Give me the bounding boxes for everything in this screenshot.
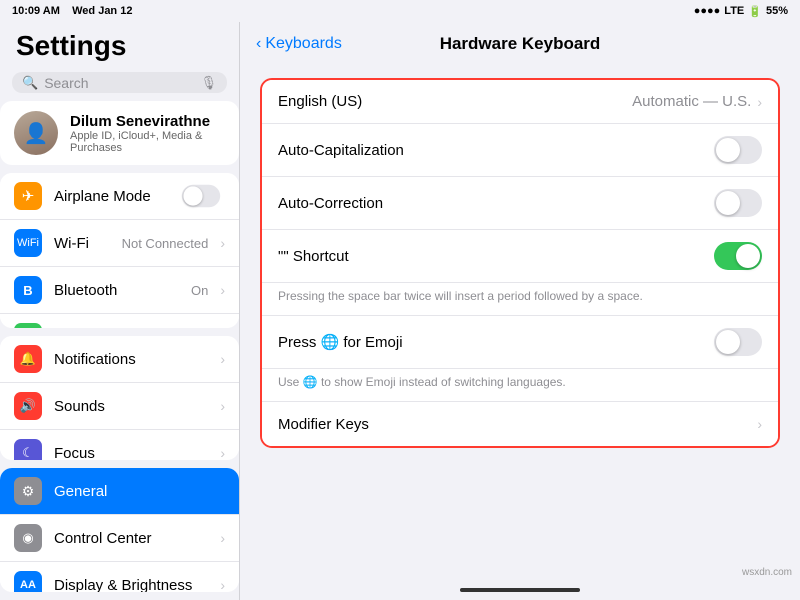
wifi-icon: WiFi — [14, 229, 42, 257]
settings-card: English (US) Automatic — U.S. › Auto-Cap… — [260, 78, 780, 448]
search-icon: 🔍 — [22, 75, 38, 91]
bluetooth-icon: B — [14, 276, 42, 304]
sidebar-section-3: ⚙ General ◉ Control Center › AA Display … — [0, 468, 239, 592]
row-modifier[interactable]: Modifier Keys › — [262, 402, 778, 446]
sidebar-section-2: 🔔 Notifications › 🔊 Sounds › ☾ Focus › ⌚… — [0, 336, 239, 460]
nav-bar: ‹ Keyboards Hardware Keyboard — [240, 22, 800, 66]
sidebar-item-wifi[interactable]: WiFi Wi-Fi Not Connected › — [0, 220, 239, 267]
home-indicator — [460, 588, 580, 592]
english-us-value: Automatic — U.S. — [632, 93, 751, 110]
shortcut-toggle[interactable] — [714, 242, 762, 270]
bottom-bar — [240, 580, 800, 600]
airplane-mode-label: Airplane Mode — [54, 188, 165, 205]
display-icon: AA — [14, 571, 42, 592]
row-shortcut[interactable]: "" Shortcut — [262, 230, 778, 283]
content-area: ‹ Keyboards Hardware Keyboard English (U… — [240, 22, 800, 600]
emoji-hint-row: Use 🌐 to show Emoji instead of switching… — [262, 369, 778, 402]
user-subtitle: Apple ID, iCloud+, Media & Purchases — [70, 130, 225, 154]
content-scroll[interactable]: English (US) Automatic — U.S. › Auto-Cap… — [240, 66, 800, 580]
battery-level: 55% — [766, 5, 788, 17]
network-icon: LTE — [724, 5, 744, 17]
shortcut-label: "" Shortcut — [278, 248, 714, 265]
sidebar-item-focus[interactable]: ☾ Focus › — [0, 430, 239, 460]
notifications-chevron: › — [220, 351, 225, 367]
auto-cap-toggle[interactable] — [714, 136, 762, 164]
battery-icon: 🔋 — [748, 5, 762, 18]
display-label: Display & Brightness — [54, 577, 208, 592]
sidebar-item-airplane-mode[interactable]: ✈ Airplane Mode — [0, 173, 239, 220]
auto-correct-label: Auto-Correction — [278, 195, 714, 212]
user-profile[interactable]: 👤 Dilum Senevirathne Apple ID, iCloud+, … — [0, 101, 239, 165]
general-label: General — [54, 483, 225, 500]
emoji-hint-text: Use 🌐 to show Emoji instead of switching… — [278, 375, 566, 389]
search-bar[interactable]: 🔍 Search 🎙 — [12, 72, 227, 93]
focus-label: Focus — [54, 445, 208, 460]
sidebar-title: Settings — [0, 22, 239, 68]
bluetooth-label: Bluetooth — [54, 282, 179, 299]
status-time-date: 10:09 AM Wed Jan 12 — [12, 5, 132, 17]
sidebar-item-sounds[interactable]: 🔊 Sounds › — [0, 383, 239, 430]
sidebar-item-notifications[interactable]: 🔔 Notifications › — [0, 336, 239, 383]
sidebar-item-display[interactable]: AA Display & Brightness › — [0, 562, 239, 592]
sidebar-section-1: ✈ Airplane Mode WiFi Wi-Fi Not Connected… — [0, 173, 239, 328]
shortcut-hint-row: Pressing the space bar twice will insert… — [262, 283, 778, 316]
status-right: ●●●● LTE 🔋 55% — [694, 5, 788, 18]
watermark: wsxdn.com — [742, 567, 792, 578]
general-icon: ⚙ — [14, 477, 42, 505]
back-chevron-icon: ‹ — [256, 35, 261, 53]
controlcenter-chevron: › — [220, 530, 225, 546]
emoji-toggle[interactable] — [714, 328, 762, 356]
english-us-chevron: › — [757, 94, 762, 110]
row-auto-correct[interactable]: Auto-Correction — [262, 177, 778, 230]
wifi-value: Not Connected — [122, 236, 209, 251]
sidebar: Settings 🔍 Search 🎙 👤 Dilum Senevirathne… — [0, 22, 240, 600]
search-placeholder: Search — [44, 75, 194, 91]
nav-back-button[interactable]: ‹ Keyboards — [256, 35, 342, 53]
sidebar-item-controlcenter[interactable]: ◉ Control Center › — [0, 515, 239, 562]
sounds-chevron: › — [220, 398, 225, 414]
auto-cap-label: Auto-Capitalization — [278, 142, 714, 159]
sidebar-item-general[interactable]: ⚙ General — [0, 468, 239, 515]
cellular-icon: 📡 — [14, 323, 42, 328]
display-chevron: › — [220, 577, 225, 592]
nav-back-label: Keyboards — [265, 35, 342, 53]
auto-correct-toggle[interactable] — [714, 189, 762, 217]
sidebar-item-bluetooth[interactable]: B Bluetooth On › — [0, 267, 239, 314]
shortcut-hint-text: Pressing the space bar twice will insert… — [278, 289, 643, 303]
airplane-mode-icon: ✈ — [14, 182, 42, 210]
nav-title: Hardware Keyboard — [440, 34, 601, 54]
avatar: 👤 — [14, 111, 58, 155]
modifier-chevron: › — [757, 416, 762, 432]
airplane-toggle[interactable] — [182, 185, 220, 207]
notifications-label: Notifications — [54, 351, 208, 368]
wifi-label: Wi-Fi — [54, 235, 110, 252]
user-name: Dilum Senevirathne — [70, 113, 225, 130]
sidebar-item-cellular[interactable]: 📡 Cellular Data › — [0, 314, 239, 328]
controlcenter-label: Control Center — [54, 530, 208, 547]
bluetooth-value: On — [191, 283, 208, 298]
emoji-label: Press 🌐 for Emoji — [278, 333, 714, 351]
focus-icon: ☾ — [14, 439, 42, 460]
microphone-icon: 🎙 — [200, 75, 217, 91]
bluetooth-chevron: › — [220, 282, 225, 298]
english-us-label: English (US) — [278, 93, 632, 110]
row-auto-cap[interactable]: Auto-Capitalization — [262, 124, 778, 177]
row-english-us[interactable]: English (US) Automatic — U.S. › — [262, 80, 778, 124]
row-emoji[interactable]: Press 🌐 for Emoji — [262, 316, 778, 369]
sounds-icon: 🔊 — [14, 392, 42, 420]
notifications-icon: 🔔 — [14, 345, 42, 373]
controlcenter-icon: ◉ — [14, 524, 42, 552]
status-bar: 10:09 AM Wed Jan 12 ●●●● LTE 🔋 55% — [0, 0, 800, 22]
sounds-label: Sounds — [54, 398, 208, 415]
signal-icon: ●●●● — [694, 5, 721, 17]
modifier-label: Modifier Keys — [278, 416, 757, 433]
wifi-chevron: › — [220, 235, 225, 251]
focus-chevron: › — [220, 445, 225, 460]
